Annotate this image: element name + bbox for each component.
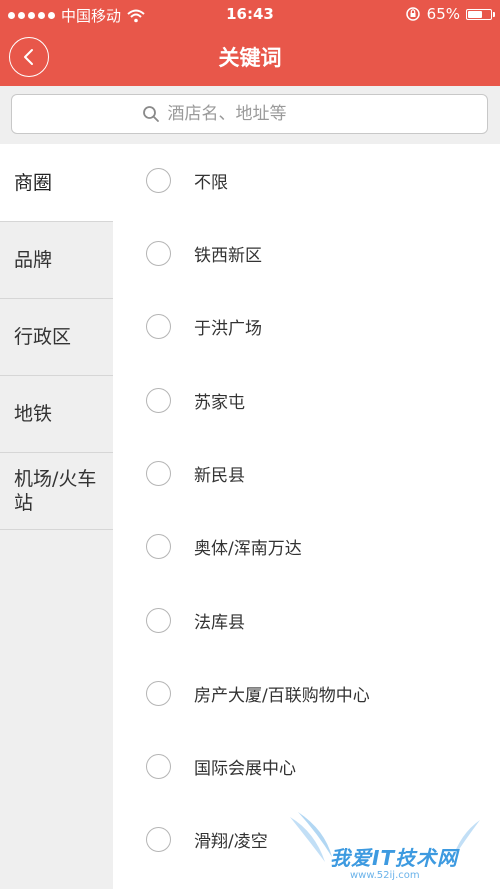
sidebar-item-label: 品牌 [14, 249, 53, 271]
search-input[interactable] [167, 104, 358, 124]
radio-button[interactable] [146, 681, 171, 706]
sidebar-item-district[interactable]: 行政区 [0, 299, 113, 376]
radio-button[interactable] [146, 608, 171, 633]
radio-button[interactable] [146, 461, 171, 486]
option-label: 不限 [194, 173, 228, 193]
sidebar-item-label: 机场/火车站 [14, 468, 97, 514]
option-label: 国际会展中心 [194, 759, 296, 779]
option-label: 苏家屯 [194, 393, 245, 413]
option-label: 新民县 [194, 466, 245, 486]
nav-bar: 关键词 [0, 28, 500, 86]
search-icon [142, 106, 159, 122]
radio-button[interactable] [146, 314, 171, 339]
sidebar-item-airport-station[interactable]: 机场/火车站 [0, 453, 113, 530]
option-item[interactable]: 房产大厦/百联购物中心 [113, 657, 500, 730]
status-bar: 中国移动 16:43 65% [0, 0, 500, 28]
option-label: 滑翔/凌空 [194, 832, 268, 852]
option-label: 铁西新区 [194, 246, 262, 266]
option-label: 房产大厦/百联购物中心 [194, 686, 370, 706]
page-title: 关键词 [218, 46, 282, 70]
radio-button[interactable] [146, 168, 171, 193]
sidebar-item-brand[interactable]: 品牌 [0, 222, 113, 299]
search-box[interactable] [11, 94, 488, 134]
radio-button[interactable] [146, 388, 171, 413]
radio-button[interactable] [146, 241, 171, 266]
sidebar-item-subway[interactable]: 地铁 [0, 376, 113, 453]
option-item[interactable]: 滑翔/凌空 [113, 803, 500, 876]
sidebar-item-label: 行政区 [14, 326, 72, 348]
option-label: 法库县 [194, 613, 245, 633]
option-label: 奥体/浑南万达 [194, 539, 302, 559]
option-item[interactable]: 国际会展中心 [113, 730, 500, 803]
battery-icon [466, 8, 495, 20]
category-sidebar: 商圈 品牌 行政区 地铁 机场/火车站 [0, 144, 113, 889]
status-right: 65% [405, 5, 495, 23]
battery-percent: 65% [426, 5, 460, 23]
battery-fill [468, 10, 482, 18]
sidebar-item-label: 商圈 [14, 171, 53, 194]
orientation-lock-icon [405, 7, 420, 21]
radio-button[interactable] [146, 754, 171, 779]
sidebar-item-label: 地铁 [14, 403, 53, 425]
option-label: 于洪广场 [194, 319, 262, 339]
option-item[interactable]: 不限 [113, 144, 500, 217]
option-item[interactable]: 苏家屯 [113, 364, 500, 437]
option-item[interactable]: 奥体/浑南万达 [113, 510, 500, 583]
radio-button[interactable] [146, 827, 171, 852]
option-item[interactable]: 铁西新区 [113, 217, 500, 290]
sidebar-item-shangquan[interactable]: 商圈 [0, 144, 113, 222]
option-list: 不限 铁西新区 于洪广场 苏家屯 新民县 奥体/浑南万达 法库县 房产大厦/百联… [113, 144, 500, 889]
option-item[interactable]: 法库县 [113, 584, 500, 657]
radio-button[interactable] [146, 534, 171, 559]
option-item[interactable]: 新民县 [113, 437, 500, 510]
option-item[interactable]: 于洪广场 [113, 290, 500, 363]
search-bar [0, 86, 500, 144]
